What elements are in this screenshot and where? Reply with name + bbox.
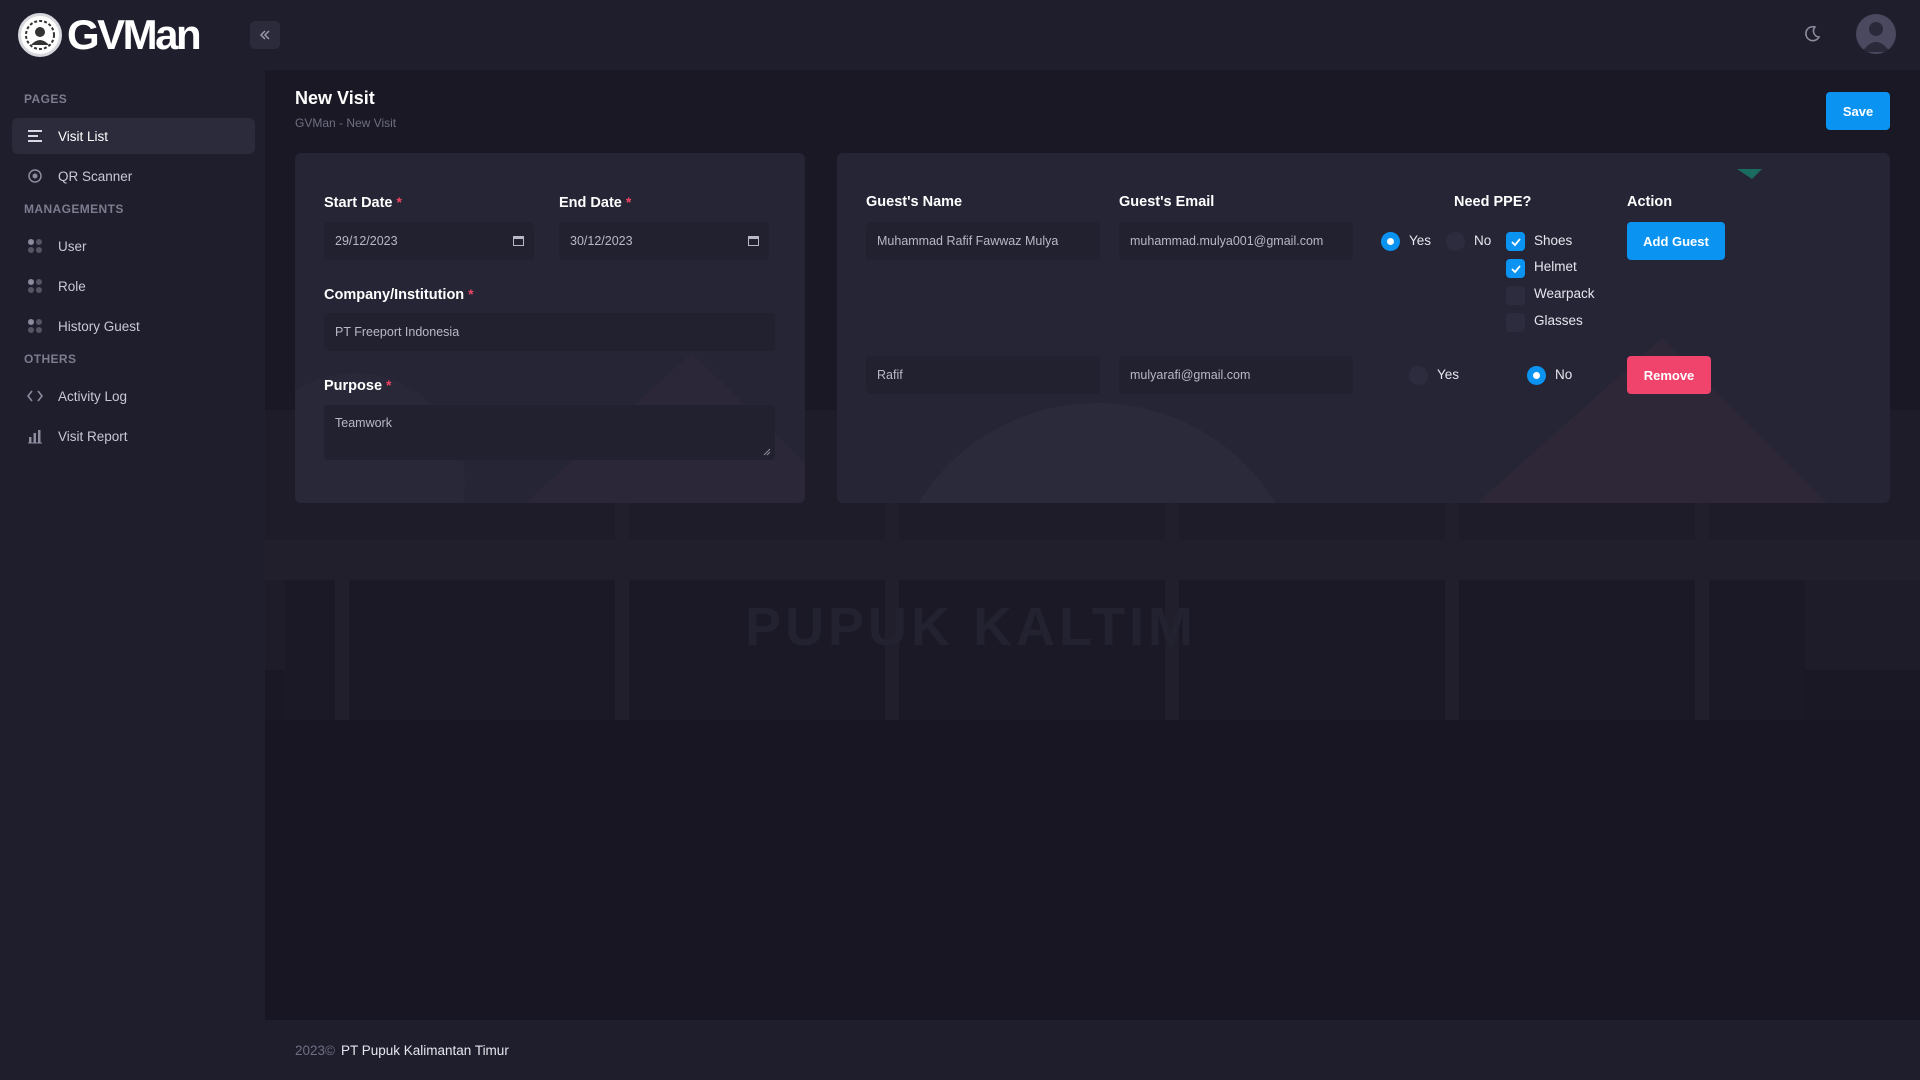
sidebar-item-label: QR Scanner bbox=[58, 168, 133, 184]
guest-email-input[interactable]: mulyarafi@gmail.com bbox=[1119, 356, 1353, 394]
grid-dots-icon bbox=[26, 237, 44, 255]
resize-handle-icon[interactable] bbox=[763, 448, 771, 456]
remove-guest-button[interactable]: Remove bbox=[1627, 356, 1711, 394]
required-marker: * bbox=[468, 286, 474, 302]
sidebar-section-pages: PAGES bbox=[24, 92, 68, 106]
ppe-yes-label: Yes bbox=[1409, 233, 1432, 248]
breadcrumb: GVMan - New Visit bbox=[295, 116, 397, 130]
guest-email-input[interactable]: muhammad.mulya001@gmail.com bbox=[1119, 222, 1353, 260]
company-input[interactable]: PT Freeport Indonesia bbox=[324, 313, 775, 351]
end-date-label: End Date * bbox=[559, 194, 632, 211]
sidebar-item-user[interactable]: User bbox=[12, 228, 255, 264]
sidebar-collapse-button[interactable] bbox=[250, 21, 280, 49]
ppe-shoes-checkbox[interactable] bbox=[1506, 232, 1525, 251]
sidebar-item-label: Activity Log bbox=[58, 388, 128, 404]
guests-card: Guest's Name Guest's Email Need PPE? Act… bbox=[837, 153, 1890, 503]
footer-year: 2023© bbox=[295, 1042, 335, 1058]
visit-details-card: Start Date * 29/12/2023 End Date * 30/12/2… bbox=[295, 153, 805, 503]
ppe-wearpack-label: Wearpack bbox=[1534, 286, 1595, 301]
sidebar-item-visit-list[interactable]: Visit List bbox=[12, 118, 255, 154]
sidebar-item-visit-report[interactable]: Visit Report bbox=[12, 418, 255, 454]
column-header-name: Guest's Name bbox=[866, 194, 963, 210]
sidebar-item-label: Visit List bbox=[58, 128, 109, 144]
ppe-no-radio[interactable] bbox=[1446, 232, 1465, 251]
purpose-label: Purpose * bbox=[324, 377, 392, 394]
column-header-action: Action bbox=[1627, 194, 1673, 210]
grid-dots-icon bbox=[26, 317, 44, 335]
user-avatar[interactable] bbox=[1856, 14, 1896, 54]
ppe-glasses-label: Glasses bbox=[1534, 313, 1583, 328]
ppe-no-label: No bbox=[1555, 367, 1573, 382]
checkmark-icon bbox=[1510, 237, 1521, 246]
guest-name-input[interactable]: Rafif bbox=[866, 356, 1100, 394]
ppe-helmet-checkbox[interactable] bbox=[1506, 259, 1525, 278]
required-marker: * bbox=[625, 194, 632, 210]
sidebar-item-label: History Guest bbox=[58, 318, 140, 334]
save-button[interactable]: Save bbox=[1826, 92, 1890, 130]
required-marker: * bbox=[386, 377, 392, 393]
grid-dots-icon bbox=[26, 277, 44, 295]
list-icon bbox=[26, 127, 44, 145]
sidebar-item-label: User bbox=[58, 238, 87, 254]
sidebar-item-label: Role bbox=[58, 278, 86, 294]
calendar-icon[interactable] bbox=[748, 235, 759, 246]
company-label: Company/Institution * bbox=[324, 286, 474, 303]
ppe-yes-radio[interactable] bbox=[1381, 232, 1400, 251]
topbar: GVMan bbox=[0, 0, 1920, 70]
footer: 2023© PT Pupuk Kalimantan Timur bbox=[265, 1020, 1920, 1080]
ppe-glasses-checkbox[interactable] bbox=[1506, 313, 1525, 332]
qr-scanner-icon bbox=[26, 167, 44, 185]
column-header-email: Guest's Email bbox=[1119, 194, 1215, 210]
ppe-yes-label: Yes bbox=[1437, 367, 1460, 382]
main-content: PUPUK KALTIM New Visit GVMan - New Visit… bbox=[265, 70, 1920, 1020]
checkmark-icon bbox=[1510, 264, 1521, 273]
ppe-yes-radio[interactable] bbox=[1409, 366, 1428, 385]
page-title: New Visit bbox=[295, 88, 375, 108]
background-photo-sign: PUPUK KALTIM bbox=[745, 597, 1197, 657]
add-guest-button[interactable]: Add Guest bbox=[1627, 222, 1725, 260]
ppe-no-label: No bbox=[1474, 233, 1492, 248]
purpose-textarea[interactable]: Teamwork bbox=[324, 405, 775, 460]
sidebar-item-qr-scanner[interactable]: QR Scanner bbox=[12, 158, 255, 194]
sidebar-section-others: OTHERS bbox=[24, 352, 77, 366]
card-decoration bbox=[918, 169, 1827, 503]
sidebar-item-label: Visit Report bbox=[58, 428, 128, 444]
user-icon bbox=[1862, 22, 1890, 52]
end-date-input[interactable]: 30/12/2023 bbox=[559, 222, 769, 260]
calendar-icon[interactable] bbox=[513, 235, 524, 246]
moon-icon[interactable] bbox=[1802, 24, 1822, 44]
ppe-shoes-label: Shoes bbox=[1534, 233, 1573, 248]
app-name: GVMan bbox=[67, 11, 202, 58]
chevrons-left-icon bbox=[259, 30, 270, 40]
ppe-helmet-label: Helmet bbox=[1534, 259, 1577, 274]
sidebar-item-activity-log[interactable]: Activity Log bbox=[12, 378, 255, 414]
bar-chart-icon bbox=[26, 427, 44, 445]
sidebar: PAGES Visit List QR Scanner MANAGEMENTS … bbox=[0, 70, 265, 1080]
ppe-no-radio[interactable] bbox=[1527, 366, 1546, 385]
guest-name-input[interactable]: Muhammad Rafif Fawwaz Mulya bbox=[866, 222, 1100, 260]
start-date-label: Start Date * bbox=[324, 194, 402, 211]
app-logo[interactable]: GVMan bbox=[18, 11, 202, 59]
ppe-wearpack-checkbox[interactable] bbox=[1506, 286, 1525, 305]
footer-company-link[interactable]: PT Pupuk Kalimantan Timur bbox=[341, 1043, 509, 1058]
column-header-ppe: Need PPE? bbox=[1454, 194, 1532, 210]
sidebar-section-managements: MANAGEMENTS bbox=[24, 202, 124, 216]
code-icon bbox=[26, 387, 44, 405]
sidebar-item-role[interactable]: Role bbox=[12, 268, 255, 304]
sidebar-item-history-guest[interactable]: History Guest bbox=[12, 308, 255, 344]
logo-emblem-icon bbox=[18, 13, 62, 57]
required-marker: * bbox=[396, 194, 402, 210]
start-date-input[interactable]: 29/12/2023 bbox=[324, 222, 534, 260]
